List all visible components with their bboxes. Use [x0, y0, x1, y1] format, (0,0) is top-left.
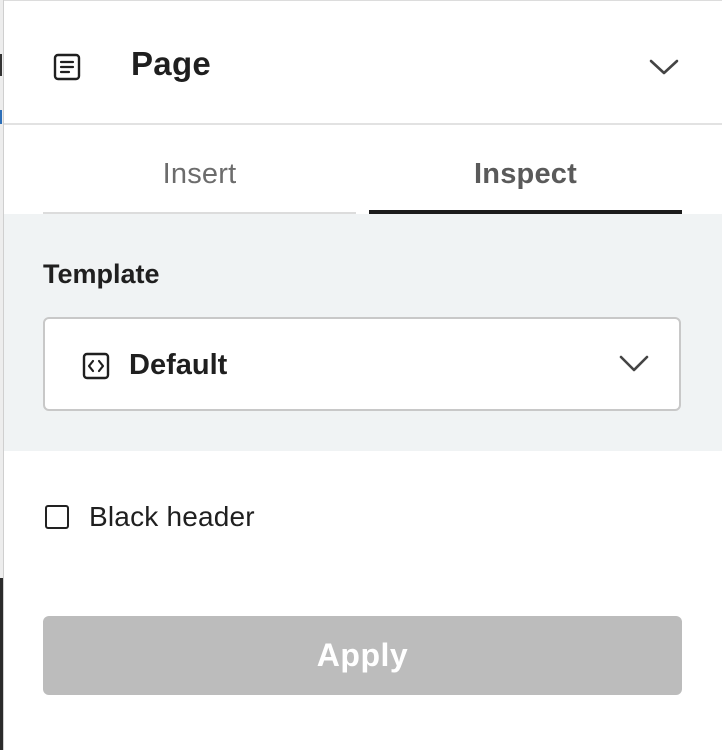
black-header-option[interactable]: Black header	[45, 497, 255, 537]
edge-mark	[0, 110, 2, 124]
template-label: Template	[43, 259, 160, 289]
panel-tabs: Insert Inspect	[43, 126, 683, 214]
panel-header: Page	[4, 1, 722, 125]
tab-inspect[interactable]: Inspect	[369, 126, 682, 214]
tab-insert[interactable]: Insert	[43, 126, 356, 214]
template-section: Template Default	[4, 214, 722, 451]
code-icon	[82, 352, 110, 380]
page-icon	[53, 53, 81, 81]
template-select-value: Default	[129, 349, 228, 381]
edge-mark	[0, 578, 3, 750]
edge-mark	[0, 54, 2, 76]
black-header-label: Black header	[89, 501, 255, 532]
collapse-panel-button[interactable]	[644, 49, 684, 85]
apply-button[interactable]: Apply	[43, 616, 682, 695]
page-settings-panel: Page Insert Inspect Template Default Bla…	[4, 0, 722, 750]
panel-title: Page	[131, 45, 212, 82]
tab-inspect-label: Inspect	[474, 158, 577, 190]
chevron-down-icon	[649, 59, 679, 75]
tab-insert-label: Insert	[162, 158, 237, 190]
chevron-down-icon	[616, 349, 652, 379]
template-select[interactable]: Default	[43, 317, 681, 411]
black-header-checkbox[interactable]	[45, 505, 69, 529]
